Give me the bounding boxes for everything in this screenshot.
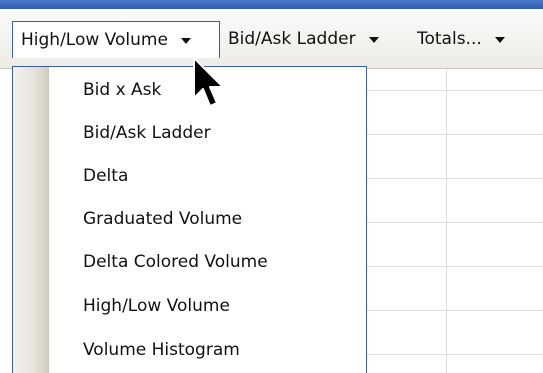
menu-icon-gutter — [13, 67, 49, 373]
window-title-strip — [0, 0, 543, 9]
screenshot-stage: High/Low Volume Bid/Ask Ladder Totals...… — [0, 0, 543, 373]
bid-ask-ladder-dropdown-button[interactable]: Bid/Ask Ladder — [228, 21, 379, 57]
menu-item-high-low-volume[interactable]: High/Low Volume — [83, 286, 230, 326]
chevron-down-icon[interactable] — [494, 37, 505, 43]
grid-vline — [446, 69, 447, 373]
menu-item-bid-ask-ladder[interactable]: Bid/Ask Ladder — [83, 113, 211, 153]
grid-hline — [366, 266, 543, 267]
grid-hline — [366, 354, 543, 355]
mouse-cursor-icon — [193, 57, 224, 107]
high-low-volume-button-label: High/Low Volume — [21, 30, 168, 50]
toolbar: High/Low Volume Bid/Ask Ladder Totals... — [0, 9, 543, 69]
chevron-down-icon[interactable] — [180, 38, 191, 44]
menu-item-delta[interactable]: Delta — [83, 156, 128, 196]
menu-item-volume-histogram[interactable]: Volume Histogram — [83, 330, 240, 370]
bid-ask-ladder-button-label: Bid/Ask Ladder — [228, 29, 356, 49]
grid-hline — [366, 134, 543, 135]
grid-hline — [366, 90, 543, 91]
menu-item-graduated-volume[interactable]: Graduated Volume — [83, 199, 242, 239]
high-low-volume-dropdown-button[interactable]: High/Low Volume — [12, 21, 220, 58]
totals-dropdown-button[interactable]: Totals... — [417, 21, 505, 57]
study-type-dropdown-menu: Bid x Ask Bid/Ask Ladder Delta Graduated… — [12, 66, 367, 373]
grid-hline — [366, 178, 543, 179]
grid-hline — [366, 310, 543, 311]
totals-button-label: Totals... — [417, 29, 482, 49]
chevron-down-icon[interactable] — [368, 37, 379, 43]
menu-item-delta-colored-volume[interactable]: Delta Colored Volume — [83, 242, 268, 282]
grid-hline — [366, 222, 543, 223]
menu-item-bid-x-ask[interactable]: Bid x Ask — [83, 70, 161, 110]
